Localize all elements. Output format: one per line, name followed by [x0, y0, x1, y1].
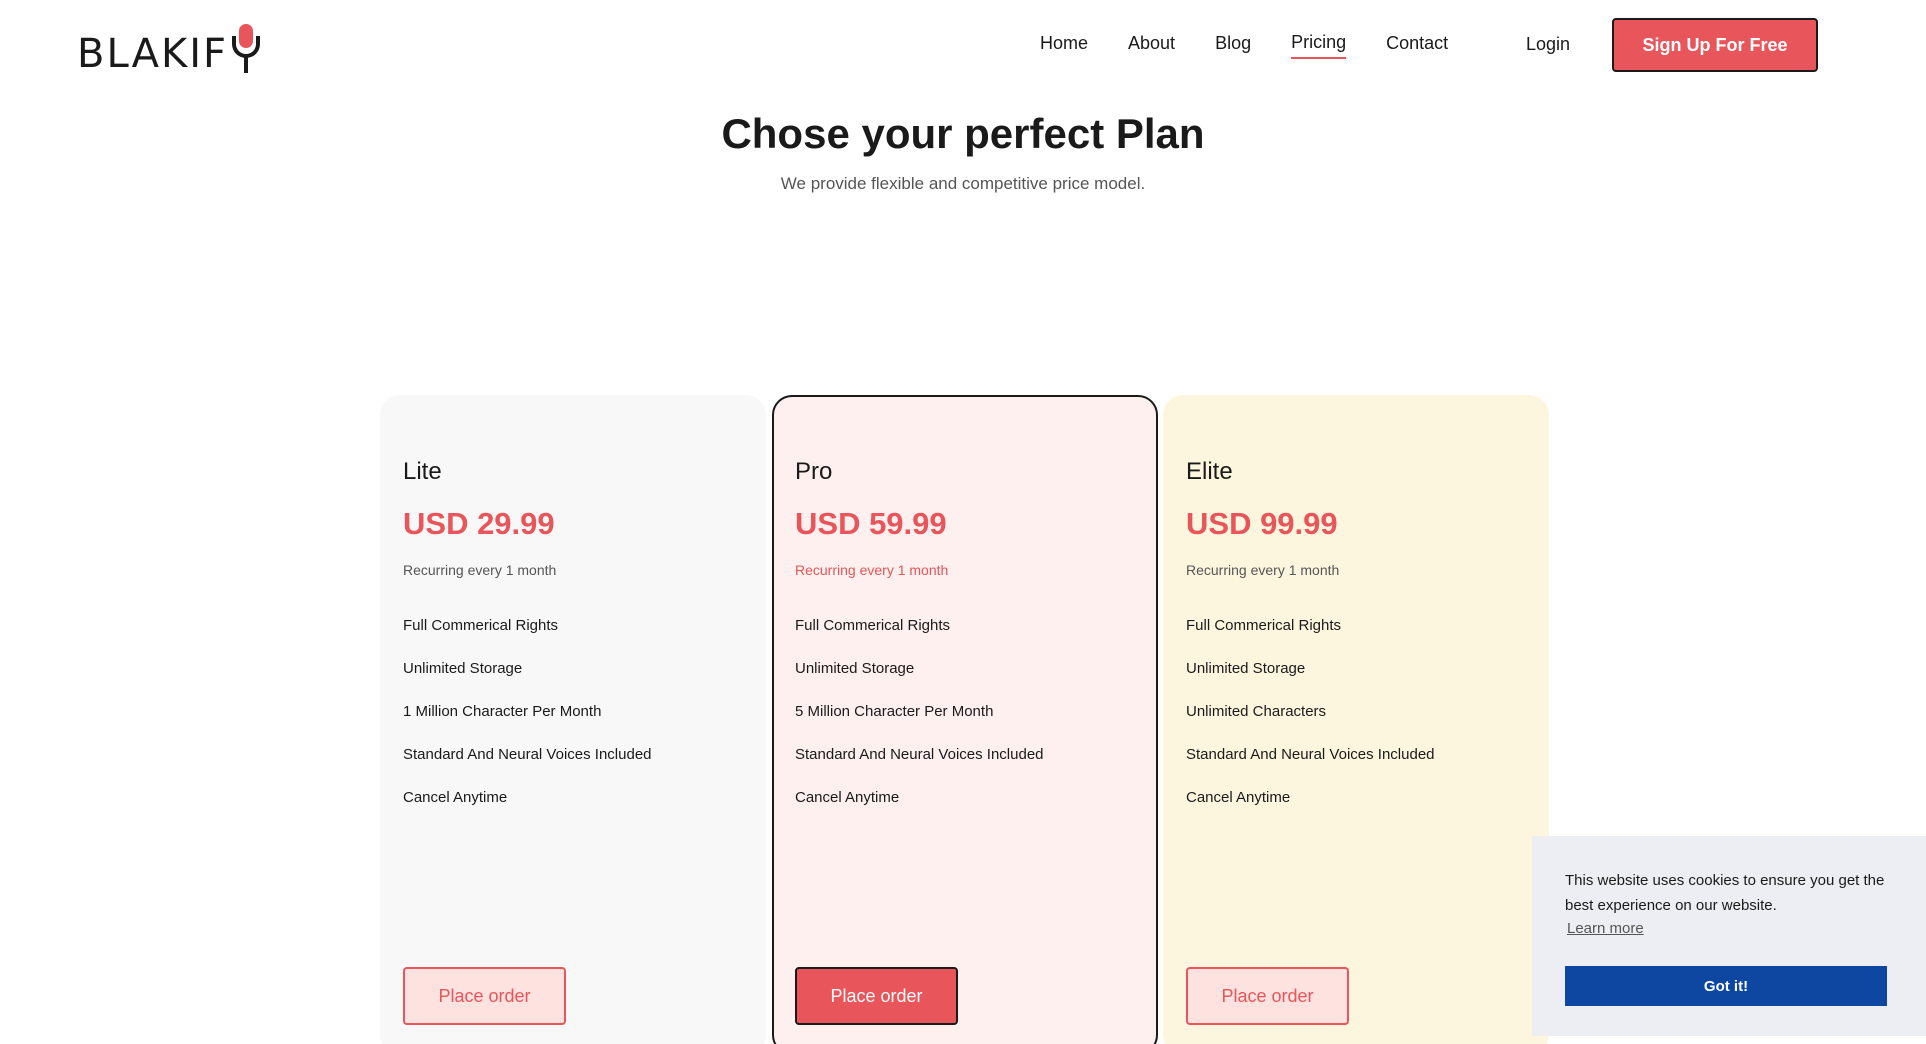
plan-feature: Cancel Anytime: [403, 789, 508, 806]
plan-feature: Standard And Neural Voices Included: [1186, 746, 1435, 763]
plan-recurring: Recurring every 1 month: [403, 562, 557, 578]
plan-name: Lite: [403, 458, 442, 485]
main-nav: Home About Blog Pricing Contact Login: [1040, 32, 1570, 59]
plan-feature: Standard And Neural Voices Included: [403, 746, 652, 763]
plan-feature: Full Commerical Rights: [403, 617, 559, 634]
plan-feature: Cancel Anytime: [1186, 789, 1291, 806]
nav-contact[interactable]: Contact: [1386, 33, 1448, 58]
signup-button[interactable]: Sign Up For Free: [1612, 18, 1818, 72]
login-link[interactable]: Login: [1526, 34, 1570, 55]
place-order-button-elite[interactable]: Place order: [1186, 967, 1349, 1025]
nav-blog[interactable]: Blog: [1215, 33, 1251, 58]
plan-feature: 5 Million Character Per Month: [795, 703, 994, 720]
nav-about[interactable]: About: [1128, 33, 1175, 58]
plan-feature: Full Commerical Rights: [795, 617, 951, 634]
plan-price: USD 99.99: [1186, 506, 1338, 541]
plan-feature: 1 Million Character Per Month: [403, 703, 602, 720]
plan-feature: Unlimited Storage: [795, 660, 915, 677]
plan-recurring: Recurring every 1 month: [1186, 562, 1340, 578]
nav-home[interactable]: Home: [1040, 33, 1088, 58]
accept-cookies-button[interactable]: Got it!: [1565, 966, 1887, 1006]
plan-feature: Cancel Anytime: [795, 789, 900, 806]
learn-more-link[interactable]: Learn more: [1567, 920, 1644, 937]
plan-feature: Unlimited Storage: [403, 660, 523, 677]
logo-text: BLAKIF: [77, 31, 229, 77]
nav-pricing[interactable]: Pricing: [1291, 32, 1347, 59]
plan-price: USD 29.99: [403, 506, 555, 541]
plan-name: Elite: [1186, 458, 1233, 485]
page: BLAKIF Home About Blog Pricing Contact L…: [0, 0, 1926, 1044]
plan-name: Pro: [795, 458, 833, 485]
plan-feature: Unlimited Storage: [1186, 660, 1306, 677]
plan-price: USD 59.99: [795, 506, 947, 541]
page-title: Chose your perfect Plan: [721, 110, 1205, 157]
plan-card-pro: Pro USD 59.99 Recurring every 1 month Fu…: [772, 395, 1158, 1044]
plan-card-elite: Elite USD 99.99 Recurring every 1 month …: [1163, 395, 1549, 1044]
plan-feature: Unlimited Characters: [1186, 703, 1327, 720]
cookie-banner: This website uses cookies to ensure you …: [1532, 836, 1926, 1036]
place-order-button-pro[interactable]: Place order: [795, 967, 958, 1025]
microphone-icon: [230, 24, 264, 76]
plan-feature: Standard And Neural Voices Included: [795, 746, 1044, 763]
plan-card-lite: Lite USD 29.99 Recurring every 1 month F…: [380, 395, 766, 1044]
plan-feature: Full Commerical Rights: [1186, 617, 1342, 634]
page-subtitle: We provide flexible and competitive pric…: [780, 174, 1146, 193]
plan-recurring: Recurring every 1 month: [795, 562, 949, 578]
place-order-button-lite[interactable]: Place order: [403, 967, 566, 1025]
brand-logo[interactable]: BLAKIF: [77, 24, 264, 76]
cookie-message: This website uses cookies to ensure you …: [1565, 872, 1885, 914]
